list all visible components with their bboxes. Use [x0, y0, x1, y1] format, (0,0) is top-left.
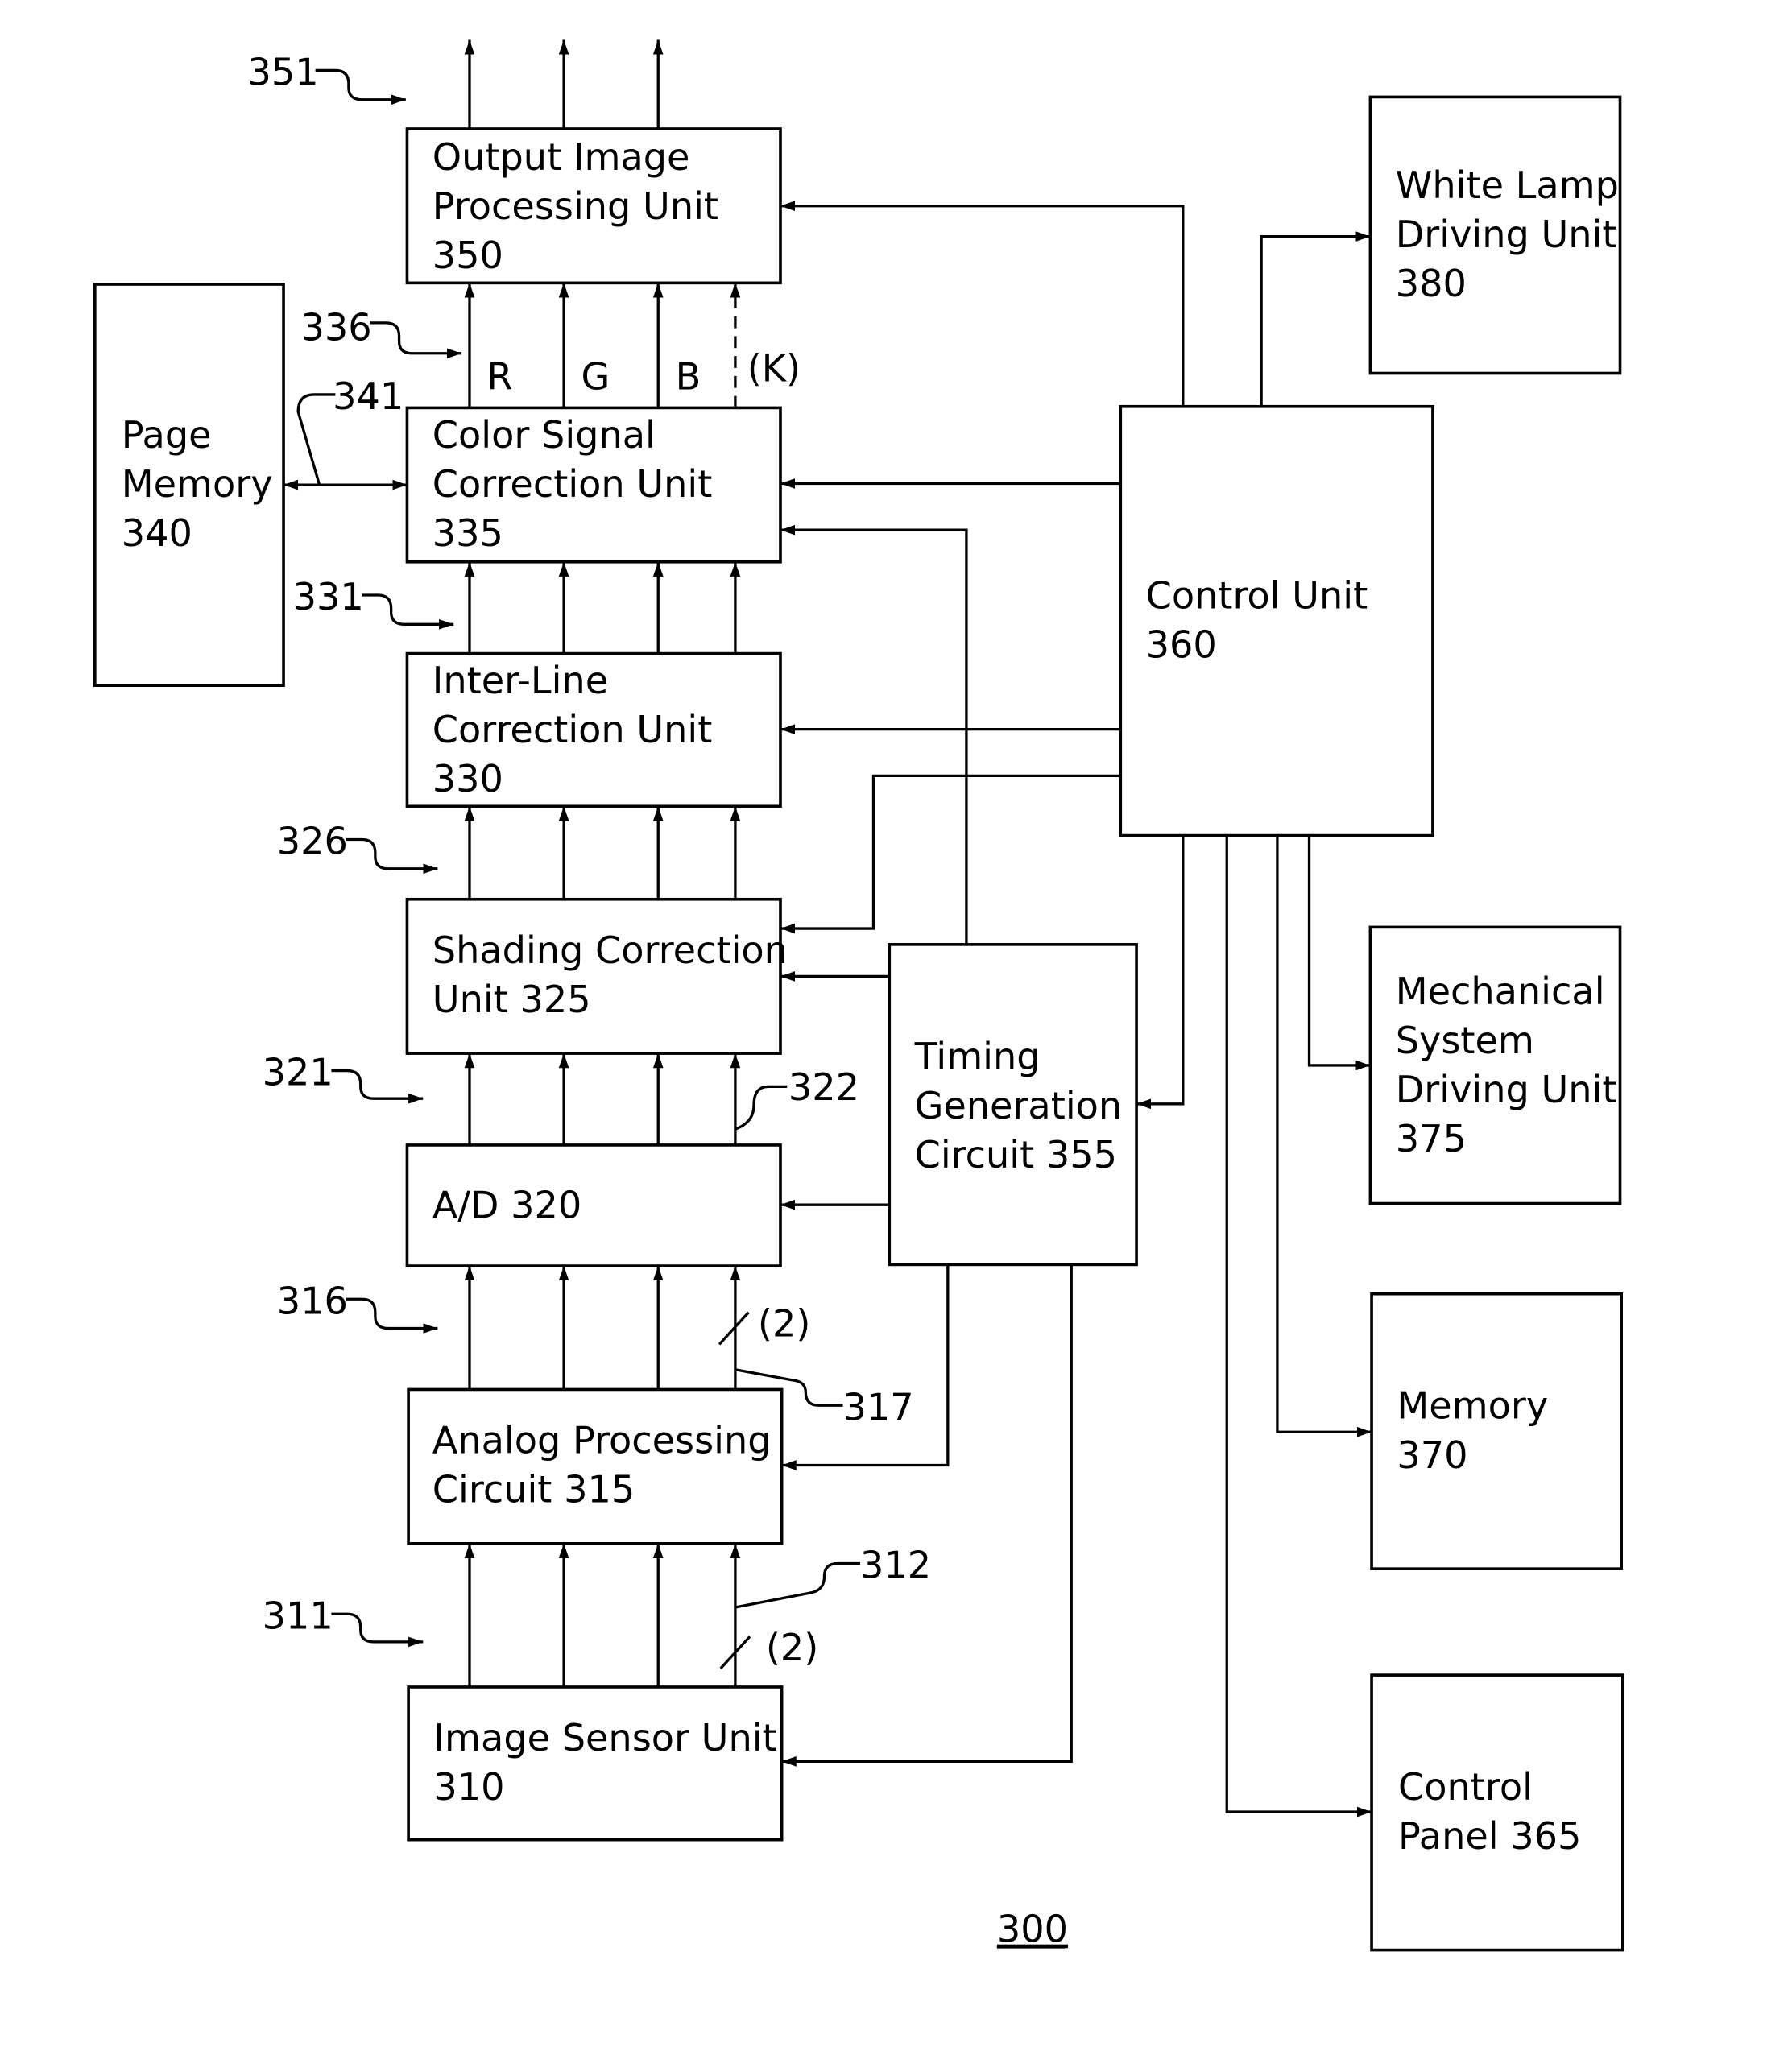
- block-label-line: 375: [1396, 1117, 1467, 1160]
- block-diagram: Output Image Processing Unit 350 Color Sign…: [93, 39, 1624, 1952]
- signal-line: [1276, 835, 1372, 1437]
- leader-line: [346, 837, 438, 875]
- block-label-line: 360: [1146, 623, 1217, 667]
- block-label-line: Memory: [1397, 1384, 1548, 1428]
- color-signal-correction-block: Color Signal Correction Unit 335: [405, 406, 782, 564]
- signal-label-b: B: [676, 354, 701, 398]
- block-label-line: Circuit 315: [432, 1468, 635, 1511]
- block-frame: [405, 897, 782, 1055]
- block-label-line: System: [1396, 1019, 1534, 1062]
- block-label-line: Circuit 355: [915, 1133, 1117, 1177]
- block-label-line: Correction Unit: [432, 462, 713, 506]
- block-frame: [407, 1685, 784, 1842]
- block-label-line: 370: [1397, 1433, 1467, 1477]
- reference-numeral-312: 312: [860, 1544, 931, 1587]
- block-label-line: Driving Unit: [1396, 213, 1617, 256]
- block-label-line: Image Sensor Unit: [433, 1716, 776, 1760]
- signal-line: [781, 1264, 1073, 1767]
- figure-number: 300: [997, 1908, 1068, 1951]
- signal-label-bus-width-lower: (2): [766, 1626, 818, 1669]
- timing-generation-block: Timing Generation Circuit 355: [888, 943, 1138, 1267]
- block-label-line: Inter-Line: [432, 659, 608, 702]
- reference-numeral-341: 341: [333, 374, 404, 418]
- signal-line: [1136, 835, 1185, 1110]
- ad-converter-block: A/D 320: [405, 1143, 782, 1267]
- memory-block: Memory 370: [1370, 1292, 1623, 1570]
- block-frame: [1370, 1292, 1623, 1570]
- reference-numeral-351: 351: [248, 51, 319, 94]
- block-label-line: Color Signal: [432, 413, 656, 457]
- block-frame: [1119, 404, 1434, 837]
- block-label-line: Driving Unit: [1396, 1068, 1617, 1111]
- leader-line: [346, 1297, 438, 1334]
- leader-line: [296, 393, 336, 486]
- block-label-line: Panel 365: [1398, 1814, 1581, 1858]
- block-label-line: Output Image: [432, 135, 690, 179]
- signal-label-k: (K): [747, 346, 801, 390]
- block-label-line: Unit 325: [432, 978, 591, 1021]
- leader-line: [370, 321, 462, 359]
- reference-numeral-316: 316: [277, 1279, 348, 1322]
- block-label-line: Control: [1398, 1765, 1533, 1809]
- reference-numeral-331: 331: [293, 575, 364, 618]
- page-memory-block: Page Memory 340: [93, 283, 285, 687]
- block-label-line: 350: [432, 234, 503, 277]
- signal-line: [781, 1264, 950, 1470]
- reference-numeral-311: 311: [263, 1594, 333, 1637]
- block-label-line: Memory: [122, 462, 273, 506]
- reference-numeral-317: 317: [843, 1385, 914, 1429]
- reference-numeral-326: 326: [277, 820, 348, 863]
- inter-line-correction-block: Inter-Line Correction Unit 330: [405, 651, 782, 808]
- block-label-line: White Lamp: [1396, 163, 1619, 207]
- leader-line: [331, 1069, 424, 1104]
- block-label-line: Processing Unit: [432, 184, 718, 228]
- blocks: Output Image Processing Unit 350 Color Sign…: [93, 95, 1624, 1952]
- block-label-line: 340: [122, 511, 192, 555]
- leader-line: [735, 1085, 788, 1131]
- block-label-line: A/D 320: [432, 1184, 582, 1227]
- block-label-line: Page: [122, 413, 212, 457]
- block-label-line: Correction Unit: [432, 708, 713, 751]
- block-label-line: Timing: [914, 1035, 1041, 1078]
- reference-numeral-321: 321: [263, 1051, 333, 1094]
- mechanical-system-driving-block: Mechanical System Driving Unit 375: [1368, 925, 1622, 1205]
- control-panel-block: Control Panel 365: [1370, 1673, 1624, 1952]
- signal-line: [780, 774, 1121, 934]
- leader-line: [315, 68, 406, 105]
- block-label-line: Mechanical: [1396, 970, 1605, 1013]
- white-lamp-driving-block: White Lamp Driving Unit 380: [1368, 95, 1622, 375]
- signal-label-bus-width-upper: (2): [758, 1301, 810, 1345]
- block-frame: [1370, 1673, 1624, 1952]
- leader-line: [331, 1612, 424, 1648]
- reference-numeral-322: 322: [788, 1065, 859, 1109]
- leader-line: [362, 593, 454, 630]
- block-label-line: 330: [432, 757, 503, 800]
- signal-label-r: R: [486, 354, 512, 398]
- block-label-line: Analog Processing: [432, 1419, 772, 1462]
- block-label-line: 310: [433, 1765, 504, 1809]
- signal-line: [1307, 835, 1371, 1071]
- signal-label-g: G: [581, 354, 610, 398]
- reference-numeral-336: 336: [300, 305, 371, 349]
- block-frame: [407, 1387, 784, 1545]
- signal-line: [780, 201, 1185, 407]
- control-unit-block: Control Unit 360: [1119, 404, 1434, 837]
- shading-correction-block: Shading Correction Unit 325: [405, 897, 788, 1055]
- block-label-line: Control Unit: [1146, 574, 1368, 618]
- block-label-line: Shading Correction: [432, 928, 788, 972]
- analog-processing-block: Analog Processing Circuit 315: [407, 1387, 784, 1545]
- output-image-processing-block: Output Image Processing Unit 350: [405, 127, 782, 285]
- image-sensor-block: Image Sensor Unit 310: [407, 1685, 784, 1842]
- signal-line: [1225, 835, 1372, 1817]
- block-frame: [1368, 925, 1622, 1205]
- block-label-line: Generation: [915, 1084, 1123, 1127]
- leader-line: [735, 1561, 860, 1609]
- block-label-line: 380: [1396, 262, 1467, 305]
- block-label-line: 335: [432, 511, 503, 555]
- signal-line: [1260, 231, 1371, 407]
